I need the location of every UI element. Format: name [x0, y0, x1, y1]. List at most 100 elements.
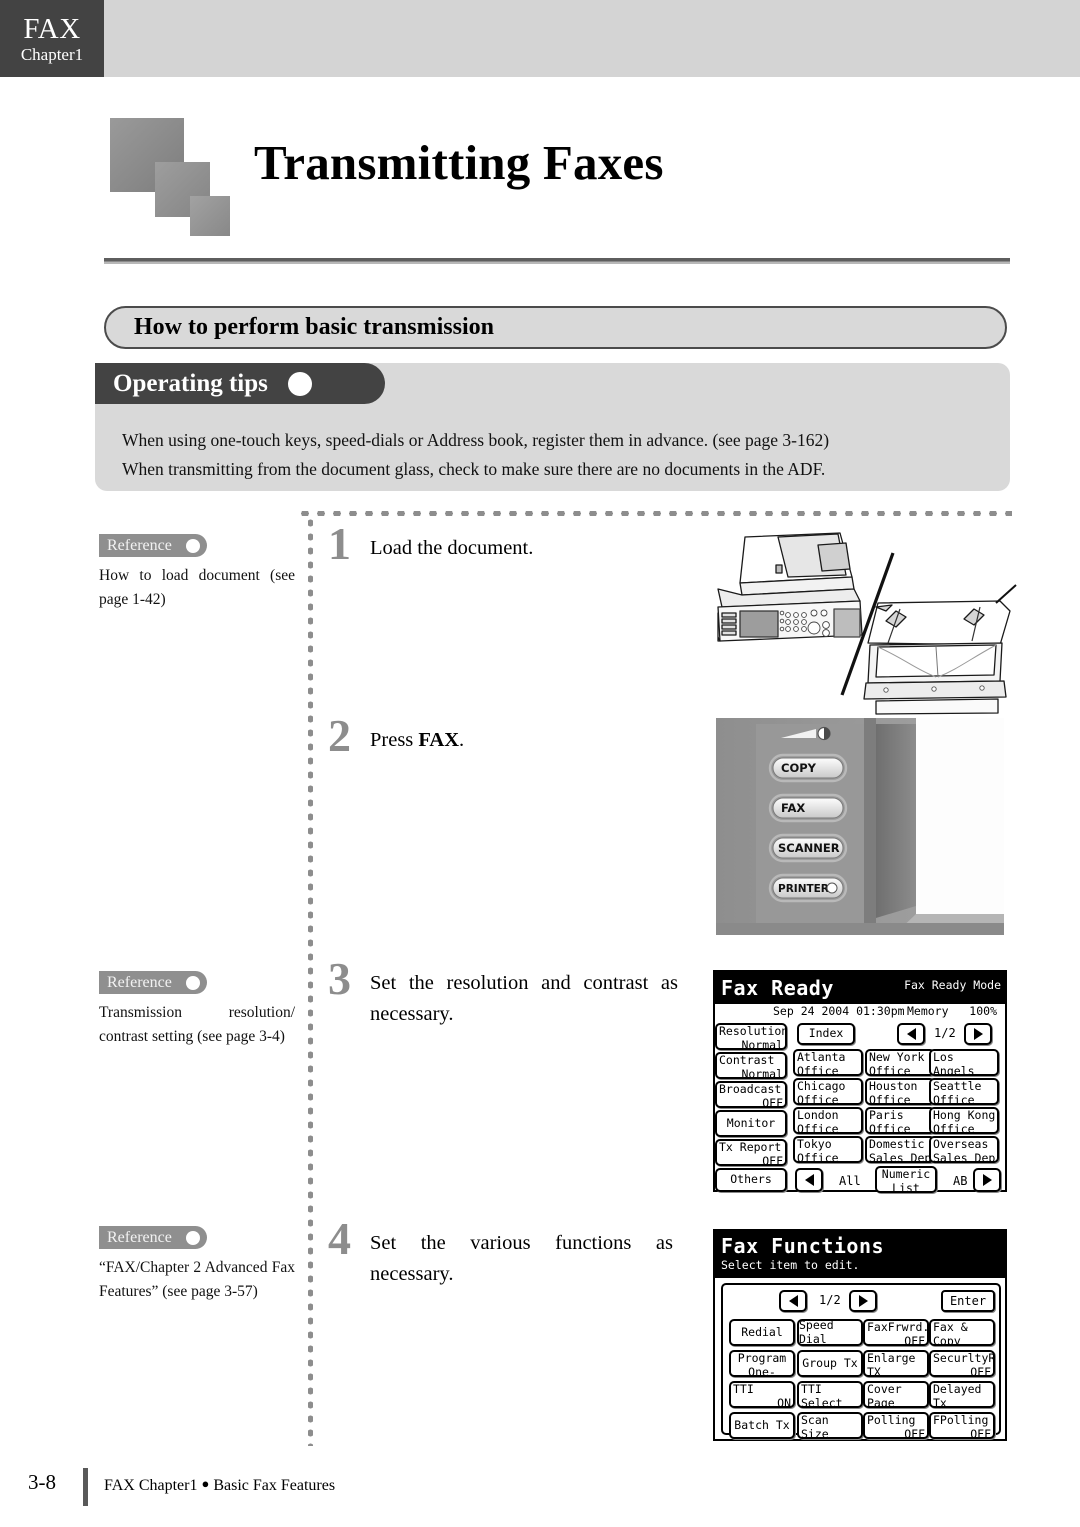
- prev-page-button[interactable]: [779, 1290, 807, 1312]
- broadcast-key-value: OFF: [762, 1095, 783, 1108]
- chapter-tag-title: FAX: [23, 12, 81, 45]
- tx-report-key-label: Tx Report: [719, 1140, 782, 1154]
- step-text: Press FAX.: [370, 725, 464, 756]
- dotted-divider-horizontal: [297, 511, 1012, 516]
- one-touch-key[interactable]: Hong Kong Office: [929, 1107, 999, 1134]
- one-touch-key[interactable]: Atlanta Office: [793, 1049, 863, 1076]
- contrast-key[interactable]: Contrast Normal: [715, 1052, 787, 1079]
- fax-forward-key[interactable]: FaxFrwrd. OFF: [863, 1319, 929, 1346]
- manual-page: FAX Chapter1 Transmitting Faxes How to p…: [0, 0, 1080, 1527]
- chapter-tag-number: Chapter1: [20, 44, 84, 64]
- memory-value: 100%: [969, 1004, 997, 1018]
- security-rx-key[interactable]: SecurltyRxOFF: [929, 1350, 995, 1377]
- fax-ready-screen: Fax Ready Fax Ready Mode Sep 24 2004 01:…: [713, 970, 1007, 1194]
- next-page-button[interactable]: [964, 1023, 992, 1045]
- polling-key[interactable]: Polling OFF: [863, 1412, 929, 1439]
- f-polling-key[interactable]: FPolling OFF: [929, 1412, 995, 1439]
- reference-label: Reference: [107, 536, 172, 554]
- resolution-key[interactable]: Resolution Normal: [715, 1023, 787, 1050]
- ab-label[interactable]: AB: [953, 1174, 967, 1188]
- decor-square-small: [190, 196, 230, 236]
- others-key[interactable]: Others: [715, 1168, 787, 1192]
- title-divider: [104, 258, 1010, 264]
- numeric-list-key[interactable]: Numeric List: [875, 1166, 937, 1193]
- reference-tab: Reference: [99, 971, 207, 994]
- others-key-label: Others: [730, 1172, 772, 1187]
- batch-tx-key[interactable]: Batch Tx: [729, 1412, 795, 1439]
- scan-size-key[interactable]: Scan SizeAuto: [797, 1412, 863, 1439]
- group-tx-key[interactable]: Group Tx: [797, 1350, 863, 1377]
- arrow-left-icon: [906, 1028, 916, 1040]
- prev-index-button[interactable]: [795, 1168, 823, 1192]
- enlarge-tx-key[interactable]: Enlarge TX100%: [863, 1350, 929, 1377]
- monitor-key[interactable]: Monitor: [715, 1110, 787, 1137]
- one-touch-key[interactable]: Domestic Sales Dep: [865, 1136, 935, 1163]
- one-touch-key[interactable]: Overseas Sales Dep: [929, 1136, 999, 1163]
- enter-button[interactable]: Enter: [941, 1290, 995, 1312]
- broadcast-key-label: Broadcast: [719, 1082, 782, 1096]
- section-heading: How to perform basic transmission: [104, 306, 1007, 349]
- fax-ready-status-row: Sep 24 2004 01:30pm Memory 100%: [715, 1004, 1005, 1021]
- footer-divider: [83, 1468, 88, 1506]
- reference-tab: Reference: [99, 1226, 207, 1249]
- reference-label: Reference: [107, 1228, 172, 1246]
- dotted-divider-vertical: [308, 516, 313, 1446]
- reference-text: How to load document (see page 1-42): [99, 567, 295, 609]
- tx-report-key[interactable]: Tx Report OFF: [715, 1139, 787, 1166]
- index-key[interactable]: Index: [797, 1023, 855, 1045]
- step-number: 2: [328, 710, 351, 761]
- step-text: Set the various functions as necessary.: [370, 1232, 673, 1285]
- one-touch-key[interactable]: London Office: [793, 1107, 863, 1134]
- chapter-tag: FAX Chapter1: [0, 0, 104, 77]
- operating-tips-line-2: When transmitting from the document glas…: [122, 459, 826, 479]
- delayed-tx-key[interactable]: Delayed TxOFF: [929, 1381, 995, 1408]
- operating-tips-label: Operating tips: [113, 369, 268, 397]
- redial-key[interactable]: Redial: [729, 1319, 795, 1346]
- reference-block-2: Reference Transmission resolution/ contr…: [99, 971, 295, 1049]
- page-title: Transmitting Faxes: [254, 135, 664, 190]
- one-touch-key[interactable]: Houston Office: [865, 1078, 935, 1105]
- cover-page-key[interactable]: Cover PageOFF: [863, 1381, 929, 1408]
- program-one-touch-key[interactable]: ProgramOne-Touch: [729, 1350, 795, 1377]
- bullet-circle-icon: [185, 538, 200, 553]
- fax-ready-body: Resolution Normal Contrast Normal Broadc…: [715, 1021, 1005, 1194]
- tx-report-key-value: OFF: [762, 1153, 783, 1166]
- fax-functions-subtitle: Select item to edit.: [721, 1258, 860, 1272]
- operating-tips-tab: Operating tips: [95, 363, 385, 404]
- index-key-label: Index: [808, 1026, 844, 1041]
- all-label[interactable]: All: [839, 1174, 861, 1188]
- step-number: 4: [328, 1213, 351, 1264]
- prev-page-button[interactable]: [897, 1023, 925, 1045]
- memory-label: Memory: [906, 1004, 949, 1018]
- footer-text-before: FAX Chapter1: [104, 1477, 202, 1494]
- step-number: 1: [328, 518, 351, 569]
- fax-ready-header: Fax Ready Fax Ready Mode: [715, 972, 1005, 1004]
- step-text: Load the document.: [370, 537, 534, 559]
- one-touch-key[interactable]: Paris Office: [865, 1107, 935, 1134]
- reference-tab: Reference: [99, 534, 207, 557]
- one-touch-key[interactable]: Seattle Office: [929, 1078, 999, 1105]
- fax-and-copy-key[interactable]: Fax & CopyOFF: [929, 1319, 995, 1346]
- datetime-label: Sep 24 2004 01:30pm: [773, 1004, 905, 1018]
- one-touch-key[interactable]: Los AngelsOffice: [929, 1049, 999, 1076]
- next-index-button[interactable]: [973, 1168, 1001, 1192]
- speed-dial-key[interactable]: Speed Dial: [797, 1319, 863, 1346]
- tti-key[interactable]: TTI ON: [729, 1381, 795, 1408]
- page-header-bar: FAX Chapter1: [0, 0, 1080, 77]
- one-touch-key[interactable]: Tokyo Office: [793, 1136, 863, 1163]
- next-page-button[interactable]: [849, 1290, 877, 1312]
- arrow-right-icon: [973, 1028, 983, 1040]
- tti-select-key[interactable]: TTI SelectDefault: [797, 1381, 863, 1408]
- one-touch-key[interactable]: Chicago Office: [793, 1078, 863, 1105]
- one-touch-key[interactable]: New York Office: [865, 1049, 935, 1076]
- enter-button-label: Enter: [949, 1294, 987, 1308]
- arrow-left-icon: [804, 1174, 814, 1186]
- broadcast-key[interactable]: Broadcast OFF: [715, 1081, 787, 1108]
- resolution-key-value: Normal: [741, 1037, 783, 1050]
- bullet-circle-icon: [185, 975, 200, 990]
- reference-label: Reference: [107, 973, 172, 991]
- step-text-after: .: [459, 729, 465, 751]
- fax-ready-title: Fax Ready: [721, 976, 834, 1000]
- footer-text: FAX Chapter1 ● Basic Fax Features: [104, 1476, 335, 1495]
- bullet-circle-icon: [185, 1230, 200, 1245]
